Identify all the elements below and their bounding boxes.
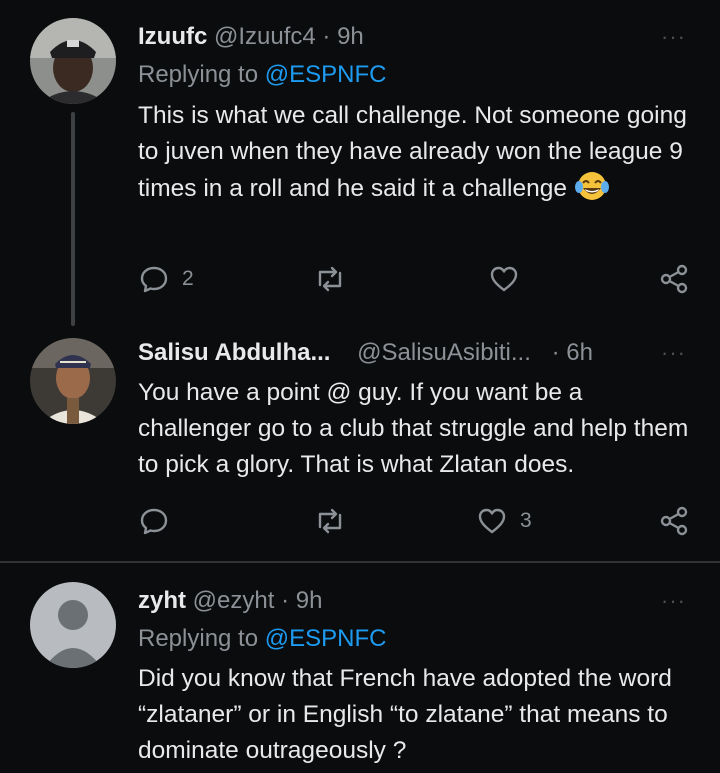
timestamp[interactable]: · 9h [322, 23, 363, 50]
retweet-button[interactable] [314, 504, 346, 538]
reply-button[interactable]: 2 [138, 262, 194, 296]
tweet-text: Did you know that French have adopted th… [138, 661, 698, 769]
avatar-salisu[interactable] [30, 338, 116, 424]
display-name[interactable]: Salisu Abdulha... [138, 339, 330, 366]
avatar-zyht[interactable] [30, 582, 116, 668]
share-icon [660, 264, 688, 294]
more-dots-icon[interactable]: ··· [661, 588, 686, 614]
replying-prefix: Replying to [138, 61, 259, 88]
tweet-text-content: You have a point @ guy. If you want be a… [138, 379, 689, 478]
user-handle[interactable]: @Izuufc4 [214, 23, 316, 50]
replying-handle[interactable]: @ESPNFC [265, 61, 387, 88]
like-button[interactable] [488, 262, 520, 296]
user-handle[interactable]: @SalisuAsibiti... [357, 339, 531, 366]
tweet-zyht[interactable]: zyht @ezyht · 9h ··· Replying to @ESPNFC… [0, 564, 720, 773]
display-name[interactable]: zyht [138, 587, 186, 614]
timestamp[interactable]: · 9h [281, 587, 322, 614]
share-icon [660, 506, 688, 536]
tweet-divider [0, 561, 720, 563]
default-avatar-icon [30, 582, 116, 668]
display-name[interactable]: Izuufc [138, 23, 207, 50]
avatar-image [30, 18, 116, 104]
heart-icon [478, 508, 506, 534]
like-button[interactable]: 3 [476, 504, 532, 538]
retweet-button[interactable] [314, 262, 346, 296]
user-handle[interactable]: @ezyht [193, 587, 275, 614]
heart-icon [490, 266, 518, 292]
timestamp[interactable]: · 6h [552, 339, 593, 366]
thread-line [71, 112, 75, 326]
avatar-image [30, 338, 116, 424]
more-dots-icon[interactable]: ··· [661, 24, 686, 50]
tweet-header: Salisu Abdulha... @SalisuAsibiti... · 6h [138, 338, 593, 368]
retweet-icon [318, 266, 342, 292]
tweet-text-content: Did you know that French have adopted th… [138, 665, 672, 764]
tweet-text: You have a point @ guy. If you want be a… [138, 375, 698, 483]
tweet-text: This is what we call challenge. Not some… [138, 98, 698, 207]
avatar-izuufc[interactable] [30, 18, 116, 104]
reply-icon [140, 266, 168, 293]
replying-prefix: Replying to [138, 625, 259, 652]
reply-icon [140, 508, 168, 535]
tweet-izuufc[interactable]: Izuufc @Izuufc4 · 9h ··· Replying to @ES… [0, 0, 720, 330]
retweet-icon [318, 508, 342, 534]
replying-to: Replying to @ESPNFC [138, 60, 386, 90]
replying-to: Replying to @ESPNFC [138, 624, 386, 654]
tweet-header: zyht @ezyht · 9h [138, 586, 322, 616]
like-count: 3 [520, 509, 532, 532]
reply-count: 2 [182, 267, 194, 290]
more-dots-icon[interactable]: ··· [661, 340, 686, 366]
reply-button[interactable] [138, 504, 170, 538]
tweet-salisu[interactable]: Salisu Abdulha... @SalisuAsibiti... · 6h… [0, 330, 720, 555]
tears-of-joy-emoji-icon [574, 172, 609, 200]
tweet-header: Izuufc @Izuufc4 · 9h [138, 22, 364, 52]
share-button[interactable] [658, 262, 690, 296]
share-button[interactable] [658, 504, 690, 538]
replying-handle[interactable]: @ESPNFC [265, 625, 387, 652]
